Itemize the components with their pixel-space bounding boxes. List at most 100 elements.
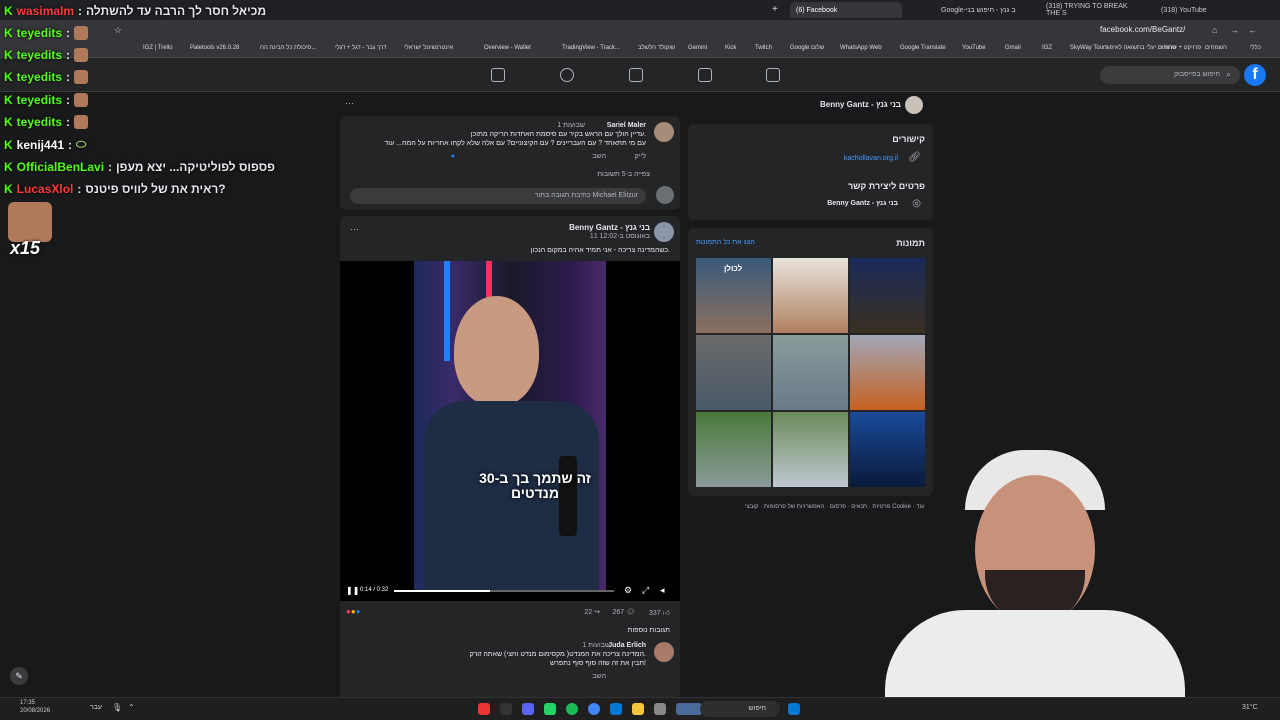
photo-thumbnail[interactable] <box>696 412 771 487</box>
photo-thumbnail[interactable]: לכולן <box>696 258 771 333</box>
tab-youtube[interactable]: (318) YouTube <box>1155 2 1255 18</box>
reactions-count[interactable]: 337 👍︎ <box>649 608 670 617</box>
more-comments-link[interactable]: תגובות נוספות <box>628 627 670 634</box>
pause-icon[interactable]: ❚❚ <box>346 586 359 595</box>
comment-author[interactable]: Sariel Maler <box>607 122 646 129</box>
comments-count[interactable]: 267 💬︎ <box>612 608 635 616</box>
spotify-icon[interactable] <box>566 703 578 715</box>
app-icon[interactable] <box>478 703 490 715</box>
photo-thumbnail[interactable] <box>773 258 848 333</box>
groups-nav-icon[interactable] <box>560 68 574 82</box>
more-options-icon[interactable]: ⋯ <box>345 98 354 109</box>
bookmark-item[interactable]: Gmail <box>1005 45 1021 51</box>
tab-youtube-video[interactable]: (318) TRYING TO BREAK THE S <box>1040 2 1140 18</box>
post-author[interactable]: Benny Gantz - בני גנץ <box>569 223 650 232</box>
forward-icon[interactable]: → <box>1230 25 1239 35</box>
discord-icon[interactable] <box>522 703 534 715</box>
bookmark-item[interactable]: סחורות יעלי בתשואה לאיפור <box>1105 45 1176 51</box>
bookmark-item[interactable]: כללי <box>1250 45 1261 51</box>
bookmark-item[interactable]: Overview - Wallet <box>484 45 531 51</box>
taskbar-search[interactable]: חיפוש <box>700 701 780 717</box>
see-all-photos-link[interactable]: הצג את כל התמונות <box>696 239 755 246</box>
like-link[interactable]: לייק <box>635 153 646 160</box>
comment-input[interactable]: כתיבת תגובה בתור Michael Elitzur <box>350 188 646 204</box>
microphone-icon[interactable]: 🎙︎ <box>112 703 122 712</box>
reply-link[interactable]: השב <box>592 673 606 680</box>
bookmark-item[interactable]: סיכולת כל הבינה הח... <box>260 45 316 51</box>
reply-link[interactable]: השב <box>592 153 606 160</box>
star-icon[interactable]: ☆ <box>114 25 122 36</box>
back-icon[interactable]: ← <box>1248 25 1257 35</box>
bookmark-item[interactable]: אינטרנשיונל ישראלי <box>404 45 453 51</box>
bookmark-item[interactable]: דרך גבר - דגל + דגלי <box>335 45 387 51</box>
new-message-icon[interactable]: ✎ <box>10 667 28 685</box>
chrome-icon[interactable] <box>588 703 600 715</box>
headphones-icon <box>940 480 960 550</box>
contact-value[interactable]: Benny Gantz - בני גנץ <box>827 200 898 207</box>
video-player[interactable]: זה שתמך בך ב-30 מנדטים ❚❚ 0:14 / 0:32 ⚙ … <box>340 261 680 601</box>
app-icon[interactable] <box>676 703 702 715</box>
avatar[interactable] <box>654 222 674 242</box>
facebook-logo-icon[interactable]: f <box>1244 64 1266 86</box>
photo-thumbnail[interactable] <box>773 412 848 487</box>
bookmark-item[interactable]: Twitch <box>755 45 772 51</box>
home-icon[interactable]: ⌂ <box>1212 25 1217 35</box>
website-link[interactable]: kachollavan.org.il <box>844 155 898 162</box>
clock-date[interactable]: 20/08/2026 <box>20 708 50 714</box>
photo-thumbnail[interactable] <box>850 335 925 410</box>
bookmark-item[interactable]: WhatsApp Web <box>840 45 882 51</box>
chevron-up-icon[interactable]: ⌃ <box>128 703 135 712</box>
gaming-nav-icon[interactable] <box>491 68 505 82</box>
address-bar: facebook.com/BeGantz/ ← → ⌂ ☆ <box>0 20 1280 42</box>
bookmark-item[interactable]: YouTube <box>962 45 986 51</box>
volume-icon[interactable]: ◂ <box>660 585 665 596</box>
app-icon[interactable] <box>610 703 622 715</box>
language-indicator[interactable]: עבר <box>90 704 102 711</box>
fullscreen-icon[interactable]: ⤢ <box>642 585 649 596</box>
bookmark-item[interactable]: השמחים <box>1205 45 1227 51</box>
bookmark-item[interactable]: Paletools v26.0.28 <box>190 45 239 51</box>
app-icon[interactable] <box>654 703 666 715</box>
settings-icon[interactable]: ⚙ <box>624 585 632 596</box>
video-nav-icon[interactable] <box>698 68 712 82</box>
clock-time[interactable]: 17:35 <box>20 700 35 706</box>
taskbar-search-label: חיפוש <box>748 705 766 712</box>
whatsapp-icon[interactable] <box>544 703 556 715</box>
url-field[interactable]: facebook.com/BeGantz/ <box>1100 25 1185 34</box>
page-name: Benny Gantz - בני גנץ <box>820 100 901 109</box>
bookmark-item[interactable]: Google שלום <box>790 45 824 51</box>
bookmark-item[interactable]: IGZ <box>1042 45 1052 51</box>
post-menu-icon[interactable]: ⋯ <box>350 224 359 235</box>
bookmark-item[interactable]: SkyWay Tours <box>1070 45 1108 51</box>
comment-text: תבין את זה שזה סוף סוף נתפרש! <box>550 660 646 667</box>
facebook-search-input[interactable]: חיפוש בפייסבוק <box>1100 66 1240 84</box>
marketplace-nav-icon[interactable] <box>629 68 643 82</box>
bookmark-item[interactable]: Google Translate <box>900 45 946 51</box>
photo-thumbnail[interactable] <box>850 258 925 333</box>
video-progress[interactable] <box>394 590 614 592</box>
avatar[interactable] <box>654 122 674 142</box>
avatar[interactable] <box>654 642 674 662</box>
home-nav-icon[interactable] <box>766 68 780 82</box>
reaction-icons[interactable]: ●●● <box>346 607 361 616</box>
tab-google-search[interactable]: Google-ב גנץ - חיפוש בני <box>935 2 1035 18</box>
page-avatar[interactable] <box>905 96 923 114</box>
bookmark-item[interactable]: Kick <box>725 45 736 51</box>
windows-start-icon[interactable] <box>788 703 800 715</box>
view-replies-link[interactable]: צפייה ב-5 תשובות <box>597 171 650 178</box>
folder-icon[interactable] <box>632 703 644 715</box>
new-tab-button[interactable]: + <box>772 4 778 15</box>
bookmark-item[interactable]: Gemini <box>688 45 707 51</box>
photo-thumbnail[interactable] <box>773 335 848 410</box>
shares-count[interactable]: 22 ↪ <box>584 608 600 616</box>
tab-facebook[interactable]: (6) Facebook <box>790 2 902 18</box>
bookmark-item[interactable]: TradingView - Track... <box>562 45 620 51</box>
bookmark-item[interactable]: IGZ | Trello <box>143 45 173 51</box>
app-icon[interactable] <box>500 703 512 715</box>
photo-thumbnail[interactable] <box>696 335 771 410</box>
chat-message: Kteyedits: <box>4 48 89 62</box>
weather-temp[interactable]: 31°C <box>1242 704 1258 711</box>
post-date[interactable]: 11 באוגוסט ב-12:02 <box>590 233 650 240</box>
comment-author[interactable]: Juda Erlich <box>608 642 646 649</box>
bookmark-item[interactable]: שוקולד הלשלב <box>638 45 675 51</box>
